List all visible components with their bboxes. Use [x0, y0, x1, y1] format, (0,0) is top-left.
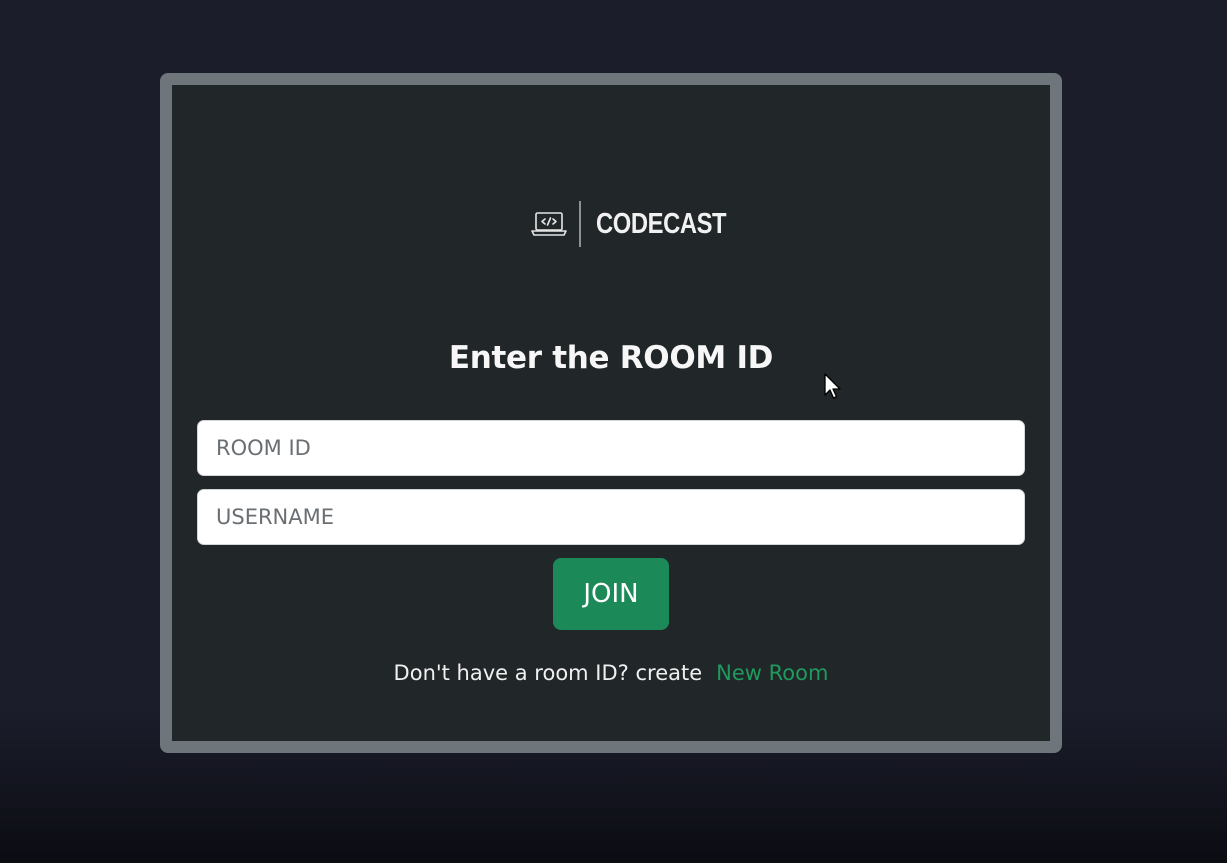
new-room-prompt-text: Don't have a room ID? create — [393, 661, 703, 685]
join-button[interactable]: JOIN — [553, 558, 669, 630]
username-input[interactable] — [197, 489, 1025, 545]
app-name: CODECAST — [596, 207, 727, 240]
new-room-prompt: Don't have a room ID? create New Room — [172, 661, 1050, 685]
login-card: CODECAST Enter the ROOM ID JOIN Don't ha… — [160, 73, 1062, 753]
new-room-link[interactable]: New Room — [716, 661, 828, 685]
logo-divider — [579, 201, 581, 247]
page-title: Enter the ROOM ID — [448, 340, 774, 376]
app-logo: CODECAST — [530, 201, 755, 247]
laptop-code-icon — [530, 209, 568, 239]
mouse-cursor-icon — [824, 373, 844, 403]
room-id-input[interactable] — [197, 420, 1025, 476]
